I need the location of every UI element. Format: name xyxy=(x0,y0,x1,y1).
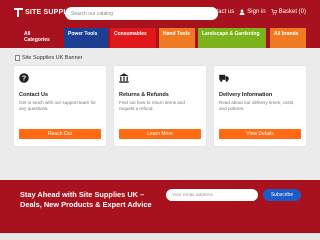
contact-link[interactable]: Contact us xyxy=(206,9,235,15)
basket-label: Basket (0) xyxy=(278,9,306,15)
user-icon xyxy=(239,9,245,15)
banner-image: Site Supplies UK Banner xyxy=(15,55,83,61)
email-input[interactable] xyxy=(166,189,258,201)
card-title: Delivery Information xyxy=(219,92,273,98)
nav-all-brands[interactable]: All brands xyxy=(270,28,306,48)
learn-more-button[interactable]: Learn More xyxy=(119,129,201,139)
card-title: Contact Us xyxy=(19,92,49,98)
header-links: Contact us Sign in Basket (0) xyxy=(206,9,306,15)
footer-strip xyxy=(0,233,320,240)
nav-hand-tools[interactable]: Hand Tools xyxy=(159,28,195,48)
newsletter-title: Stay Ahead with Site Supplies UK – Deals… xyxy=(20,190,152,209)
nav-all-categories[interactable]: All Categories xyxy=(20,28,61,48)
info-cards: ? Contact Us Get in touch with our suppo… xyxy=(14,66,306,146)
question-icon: ? xyxy=(19,73,29,83)
nav-power-tools[interactable]: Power Tools xyxy=(64,28,108,48)
logo-cross-icon xyxy=(14,7,23,18)
bank-icon xyxy=(119,73,129,83)
svg-text:?: ? xyxy=(22,75,26,82)
category-nav: All Categories Power Tools Consumables H… xyxy=(0,28,320,48)
signin-link[interactable]: Sign in xyxy=(239,9,266,15)
cart-icon xyxy=(270,9,277,15)
card-description: Get in touch with our support team for a… xyxy=(19,100,96,111)
card-description: Find out how to return items and request… xyxy=(119,100,185,111)
basket-link[interactable]: Basket (0) xyxy=(270,9,306,15)
search-input[interactable] xyxy=(65,7,218,20)
broken-image-icon xyxy=(15,55,20,61)
card-title: Returns & Refunds xyxy=(119,92,169,98)
truck-icon xyxy=(219,74,229,82)
card-delivery: Delivery Information Read about our deli… xyxy=(214,66,306,146)
signin-label: Sign in xyxy=(247,9,266,15)
subscribe-button[interactable]: Subscribe xyxy=(263,189,301,201)
card-description: Read about our delivery times, costs, an… xyxy=(219,100,295,111)
card-returns: Returns & Refunds Find out how to return… xyxy=(114,66,206,146)
view-details-button[interactable]: View Details xyxy=(219,129,301,139)
nav-consumables[interactable]: Consumables xyxy=(110,28,156,48)
nav-landscape-gardening[interactable]: Landscape & Gardening xyxy=(198,28,266,48)
reach-out-button[interactable]: Reach Out xyxy=(19,129,101,139)
banner-alt-text: Site Supplies UK Banner xyxy=(22,55,83,61)
site-header: SITE SUPPLIES Contact us Sign in Basket … xyxy=(0,0,320,28)
card-contact: ? Contact Us Get in touch with our suppo… xyxy=(14,66,106,146)
newsletter-section: Stay Ahead with Site Supplies UK – Deals… xyxy=(0,180,320,233)
